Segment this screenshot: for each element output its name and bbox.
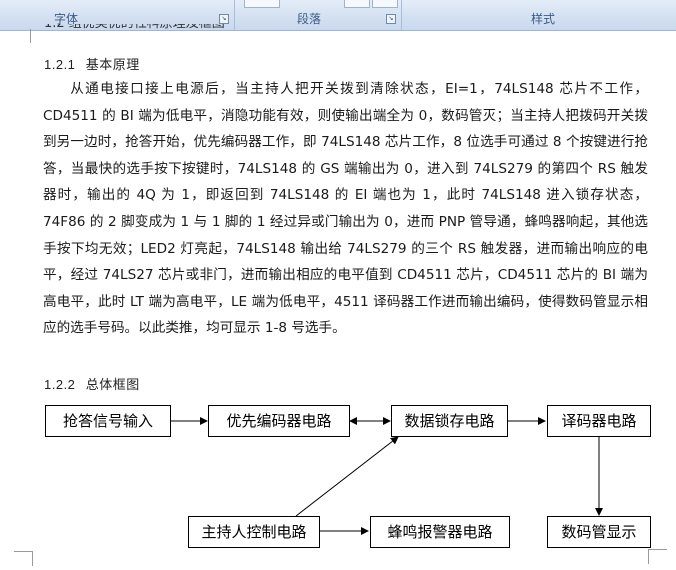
- box-data-latch: 数据锁存电路: [391, 405, 508, 437]
- section-title: 总体框图: [85, 378, 140, 393]
- section-title: 基本原理: [85, 58, 140, 73]
- font-dialog-launcher-icon[interactable]: ↘: [219, 14, 229, 24]
- section-heading-1-2-1: 1.2.1 基本原理: [44, 54, 140, 73]
- ribbon-group-styles-label: 样式: [530, 12, 555, 26]
- box-led-display: 数码管显示: [547, 516, 651, 548]
- box-signal-input: 抢答信号输入: [45, 405, 171, 437]
- crop-mark: [648, 549, 667, 564]
- ribbon-button-partial[interactable]: [344, 0, 370, 8]
- crop-mark: [14, 551, 33, 566]
- ribbon-group-paragraph-label: 段落: [296, 12, 321, 26]
- crop-mark: [12, 29, 31, 43]
- section-number: 1.2.1: [44, 57, 76, 72]
- section-heading-1-2-2: 1.2.2 总体框图: [44, 374, 140, 393]
- ribbon-button-partial[interactable]: [244, 0, 280, 8]
- box-decoder: 译码器电路: [547, 405, 651, 437]
- paragraph-dialog-launcher-icon[interactable]: ↘: [386, 14, 396, 24]
- ribbon-separator: [234, 0, 235, 30]
- ribbon-separator: [401, 0, 402, 30]
- box-priority-encoder: 优先编码器电路: [208, 405, 350, 437]
- section-number: 1.2.2: [44, 377, 76, 392]
- box-host-control: 主持人控制电路: [188, 516, 320, 548]
- box-buzzer-alarm: 蜂鸣报警器电路: [370, 516, 510, 548]
- principle-paragraph: 从通电接口接上电源后，当主持人把开关拨到清除状态，EI=1，74LS148 芯片…: [43, 81, 648, 337]
- ribbon-button-partial[interactable]: [372, 0, 398, 8]
- cut-off-heading: 1.2 组优美优的社科原理及框图: [44, 24, 225, 38]
